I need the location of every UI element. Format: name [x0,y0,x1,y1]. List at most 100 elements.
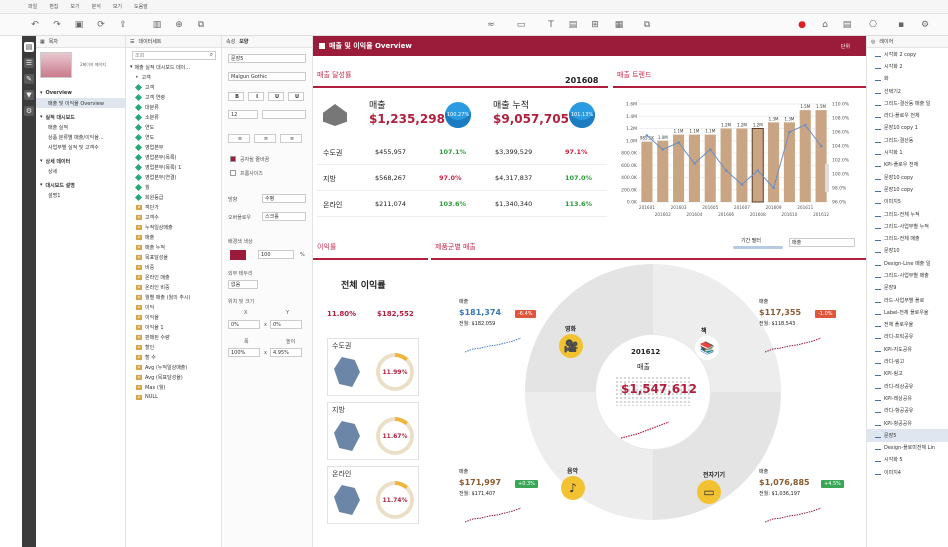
settings-icon[interactable]: ⎔ [866,18,880,32]
italic-button[interactable]: I [248,92,264,101]
settings-icon[interactable]: ⚙ [24,106,34,116]
layer-item[interactable]: 그리드-사업부별 누적 [867,220,948,232]
under-button[interactable]: U [268,92,284,101]
border-select[interactable]: 없음 [228,280,258,289]
dataset-field[interactable]: 월 [126,182,221,192]
gear-icon[interactable]: ⚙ [918,18,932,32]
color-swatch[interactable] [230,250,246,260]
report-thumbnail[interactable]: 2페이지 페이지 [36,48,125,84]
menu-item[interactable]: 분석 [92,3,101,10]
bar-201612[interactable] [815,110,827,202]
layer-item[interactable]: 라디-레상공유 [867,380,948,392]
checkbox[interactable] [230,156,236,162]
layer-item[interactable]: KPI-항공공유 [867,417,948,429]
layer-item[interactable]: 라디-플로우 전체 [867,109,948,121]
overflow-select[interactable]: 스크롤 [262,212,306,221]
align-button[interactable]: ≡ [280,134,302,143]
filter-icon[interactable]: ▼ [24,90,34,100]
checkbox[interactable] [230,170,236,176]
line-chart-icon[interactable]: ≈ [484,18,498,32]
opacity-field[interactable]: 100 [258,250,294,259]
layer-item[interactable]: 라디-프릭공유 [867,331,948,343]
bar-201604[interactable] [688,134,700,202]
y-field[interactable]: 0% [270,320,302,329]
dataset-field[interactable]: # 할 수 [126,352,221,362]
tab-style[interactable]: 모양 [239,38,248,45]
report-tree-item[interactable]: 상품 분류별 매출/이익율... [36,132,125,142]
dataset-field[interactable]: 영업본부(목록) 1 [126,162,221,172]
direction-select[interactable]: 수평 [262,194,306,203]
bar-201601[interactable] [641,141,653,202]
dataset-field[interactable]: # 이익율 [126,312,221,322]
tab-properties[interactable]: 속성 [226,38,235,45]
search-icon[interactable]: ⌕ [210,51,213,59]
layout-icon[interactable]: ▦ [612,18,626,32]
bar-201605[interactable] [704,134,716,202]
copy-icon[interactable]: ⧉ [640,18,654,32]
layer-item[interactable]: 이미지5 [867,196,948,208]
layer-item[interactable]: KPI-링고 [867,368,948,380]
dataset-field[interactable]: 영업본부(목록) [126,152,221,162]
report-icon[interactable]: ▤ [24,42,34,52]
image-icon[interactable]: ▤ [566,18,580,32]
dataset-field[interactable]: 연도 [126,132,221,142]
dataset-field[interactable]: # 매출 누적 [126,242,221,252]
dataset-field[interactable]: # 비중 [126,262,221,272]
dataset-field[interactable]: 영업본부(연결) [126,172,221,182]
bar-201610[interactable] [783,122,795,202]
dataset-search-input[interactable]: 조회 [132,51,216,60]
dataset-field[interactable]: 소분류 [126,112,221,122]
table-icon[interactable]: ▭ [514,18,528,32]
layer-item[interactable]: Design-Line 매출 일 [867,257,948,269]
copy-icon[interactable]: ⧉ [194,18,208,32]
report-tree-item[interactable]: ▾ 실적 대시보드 [36,112,125,122]
dataset-field[interactable]: # 고객수 [126,212,221,222]
region-margin-card[interactable]: 지방 11.67% [327,402,419,460]
refresh-icon[interactable]: ⟳ [94,18,108,32]
dataset-root[interactable]: ▾ 매출 실적 대시보드 데이... [126,62,221,72]
bar-201607[interactable] [736,128,748,203]
menu-item[interactable]: 보기 [70,3,79,10]
measure-dropdown[interactable]: 매출 [789,238,855,247]
layer-item[interactable]: 전체 플로우율 [867,319,948,331]
dataset-field[interactable]: # 할인 [126,342,221,352]
align-button[interactable]: ≡ [228,134,250,143]
dataset-field[interactable]: # 목표달성율 [126,252,221,262]
export-icon[interactable]: ⇪ [116,18,130,32]
layer-item[interactable]: 그리드-사업부별 매출 [867,269,948,281]
report-tree-item[interactable]: ▾ 상세 데이터 [36,156,125,166]
dataset-field[interactable]: 대분류 [126,102,221,112]
style-name-field[interactable]: 문장5 [228,54,306,63]
bar-201609[interactable] [768,122,780,202]
layer-item[interactable]: 문장9 [867,282,948,294]
layer-item[interactable]: 문장10 copy [867,183,948,195]
font-color-select[interactable] [262,110,306,119]
period-slider[interactable] [733,246,783,249]
dataset-field[interactable]: 고객 연령 [126,92,221,102]
dataset-field[interactable]: 고객 [126,82,221,92]
chart-type-icon[interactable]: ▥ [150,18,164,32]
bar-201608[interactable] [751,128,764,203]
layer-item[interactable]: KPI-지도공유 [867,343,948,355]
report-tree-item[interactable]: 매출 실적 [36,122,125,132]
menu-item[interactable]: 편집 [49,3,58,10]
layer-item[interactable]: KPI-플로우 전체 [867,159,948,171]
dataset-field[interactable]: # 온라인 비중 [126,282,221,292]
report-tree-item[interactable]: 매출 및 이익율 Overview [36,98,125,108]
region-margin-card[interactable]: 온라인 11.74% [327,466,419,524]
chart-scrollbar[interactable] [825,164,829,192]
dataset-field[interactable]: # 월별 매출 (월의 추시) [126,292,221,302]
x-field[interactable]: 0% [228,320,260,329]
dataset-field[interactable]: # 매출 [126,232,221,242]
dataset-field[interactable]: 연도 [126,122,221,132]
add-icon[interactable]: ⊕ [172,18,186,32]
layer-item[interactable]: 시각화 5 [867,454,948,466]
dataset-field[interactable]: 회원등급 [126,192,221,202]
menu-item[interactable]: 도움말 [134,3,148,10]
layer-item[interactable]: 라디-항공공유 [867,405,948,417]
home-icon[interactable]: ⌂ [818,18,832,32]
under2-button[interactable]: U [288,92,304,101]
layer-item[interactable]: 그리드-전체 누적 [867,208,948,220]
layer-item[interactable]: 화 [867,73,948,85]
dataset-field[interactable]: # NULL [126,392,221,402]
